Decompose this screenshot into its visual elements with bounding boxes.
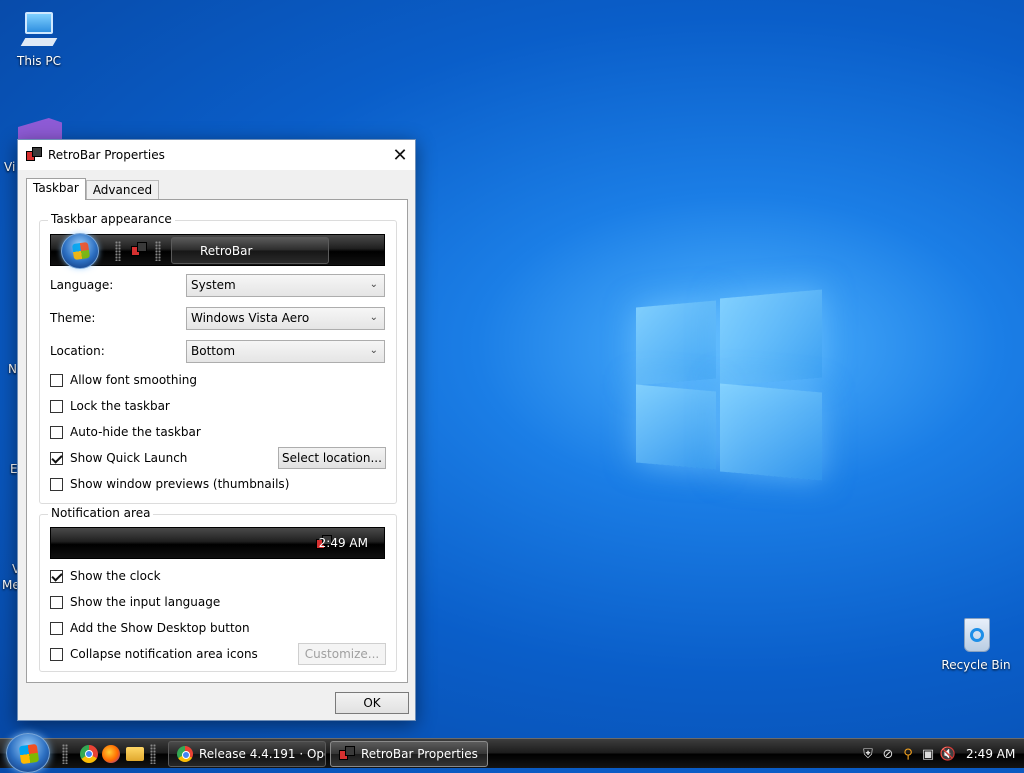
preview-task-button: RetroBar xyxy=(171,237,329,264)
theme-label: Theme: xyxy=(50,311,96,325)
checkbox-show-window-previews[interactable]: Show window previews (thumbnails) xyxy=(50,477,289,491)
checkbox[interactable] xyxy=(50,425,63,439)
checkbox-label: Show Quick Launch xyxy=(70,451,188,465)
checkbox-label: Add the Show Desktop button xyxy=(70,621,250,635)
notification-area-preview: 2:49 AM xyxy=(50,527,385,559)
checkbox-collapse-tray-icons[interactable]: Collapse notification area icons xyxy=(50,647,258,661)
retrobar-properties-dialog: RetroBar Properties ✕ Taskbar Advanced T… xyxy=(17,139,416,721)
grip-icon xyxy=(150,744,156,764)
desktop-icon-label: This PC xyxy=(17,54,61,68)
security-shield-icon[interactable]: ⛨ xyxy=(860,746,876,762)
customize-button[interactable]: Customize... xyxy=(298,643,386,665)
checkbox[interactable] xyxy=(50,621,63,635)
retrobar-app-icon xyxy=(339,746,355,762)
tab-panel-taskbar: Taskbar appearance RetroBar Language: Sy… xyxy=(26,199,408,683)
group-taskbar-appearance: Taskbar appearance RetroBar Language: Sy… xyxy=(39,212,397,504)
taskbar-button-label: Release 4.4.191 · Ope... xyxy=(199,747,325,761)
grip-icon xyxy=(115,241,121,261)
taskbar-preview: RetroBar xyxy=(50,233,385,269)
grip-icon xyxy=(155,241,161,261)
checkbox-label: Collapse notification area icons xyxy=(70,647,258,661)
group-legend: Notification area xyxy=(48,506,154,520)
tab-strip: Taskbar Advanced xyxy=(26,178,160,200)
search-key-icon[interactable]: ⚲ xyxy=(900,746,916,762)
chrome-icon xyxy=(177,746,193,762)
retrobar-app-icon xyxy=(178,243,194,259)
group-notification-area: Notification area 2:49 AM Show the clock… xyxy=(39,506,397,672)
language-value: System xyxy=(191,278,236,292)
network-disabled-icon[interactable]: ⊘ xyxy=(880,746,896,762)
chevron-down-icon: ⌄ xyxy=(369,279,378,290)
checkbox-label: Lock the taskbar xyxy=(70,399,170,413)
checkbox-show-quick-launch[interactable]: Show Quick Launch xyxy=(50,451,187,465)
location-select[interactable]: Bottom ⌄ xyxy=(186,340,385,363)
taskbar-button-browser[interactable]: Release 4.4.191 · Ope... xyxy=(168,741,326,767)
preview-clock: 2:49 AM xyxy=(318,536,368,550)
theme-select[interactable]: Windows Vista Aero ⌄ xyxy=(186,307,385,330)
language-select[interactable]: System ⌄ xyxy=(186,274,385,297)
group-legend: Taskbar appearance xyxy=(48,212,175,226)
checkbox-label: Show window previews (thumbnails) xyxy=(70,477,290,491)
windows-logo-wallpaper xyxy=(636,289,822,481)
volume-muted-icon[interactable]: 🔇 xyxy=(940,746,956,762)
checkbox-label: Show the input language xyxy=(70,595,221,609)
checkbox-show-desktop-button[interactable]: Add the Show Desktop button xyxy=(50,621,250,635)
desktop-icon-partial-label: Vi xyxy=(4,160,16,174)
desktop-icon-this-pc[interactable]: This PC xyxy=(4,10,74,68)
checkbox-label: Auto-hide the taskbar xyxy=(70,425,201,439)
desktop-icon-label: Recycle Bin xyxy=(941,658,1011,672)
ok-button[interactable]: OK xyxy=(335,692,409,714)
desktop-icon-partial-label: N xyxy=(8,362,17,376)
chevron-down-icon: ⌄ xyxy=(369,312,378,323)
location-value: Bottom xyxy=(191,344,236,358)
tab-advanced[interactable]: Advanced xyxy=(85,180,160,200)
start-orb-icon xyxy=(61,233,99,269)
dialog-titlebar[interactable]: RetroBar Properties ✕ xyxy=(18,140,415,170)
taskbar-clock[interactable]: 2:49 AM xyxy=(966,747,1015,761)
network-icon[interactable]: ▣ xyxy=(920,746,936,762)
computer-icon xyxy=(19,10,59,50)
select-location-button[interactable]: Select location... xyxy=(278,447,386,469)
chrome-icon[interactable] xyxy=(80,745,98,763)
notification-area: ⛨ ⊘ ⚲ ▣ 🔇 2:49 AM xyxy=(856,739,1024,769)
taskbar: Release 4.4.191 · Ope... RetroBar Proper… xyxy=(0,733,1024,773)
grip-icon xyxy=(62,744,68,764)
recycle-bin-icon xyxy=(956,614,996,654)
checkbox-allow-font-smoothing[interactable]: Allow font smoothing xyxy=(50,373,197,387)
preview-task-label: RetroBar xyxy=(200,243,253,258)
retrobar-app-icon xyxy=(26,147,42,163)
checkbox-checked[interactable] xyxy=(50,569,63,583)
checkbox[interactable] xyxy=(50,477,63,491)
file-explorer-icon[interactable] xyxy=(126,747,144,761)
desktop-icon-recycle-bin[interactable]: Recycle Bin xyxy=(940,614,1012,672)
start-button-icon[interactable] xyxy=(6,733,50,773)
checkbox-lock-taskbar[interactable]: Lock the taskbar xyxy=(50,399,170,413)
retrobar-quicklaunch-icon xyxy=(131,242,147,258)
checkbox[interactable] xyxy=(50,595,63,609)
taskbar-button-label: RetroBar Properties xyxy=(361,747,478,761)
checkbox-label: Show the clock xyxy=(70,569,161,583)
theme-value: Windows Vista Aero xyxy=(191,311,310,325)
checkbox-auto-hide-taskbar[interactable]: Auto-hide the taskbar xyxy=(50,425,201,439)
checkbox-show-input-language[interactable]: Show the input language xyxy=(50,595,220,609)
checkbox[interactable] xyxy=(50,373,63,387)
dialog-title: RetroBar Properties xyxy=(48,148,165,162)
taskbar-button-retrobar-properties[interactable]: RetroBar Properties xyxy=(330,741,488,767)
language-label: Language: xyxy=(50,278,114,292)
location-label: Location: xyxy=(50,344,105,358)
firefox-icon[interactable] xyxy=(102,745,120,763)
checkbox-checked[interactable] xyxy=(50,451,63,465)
close-icon[interactable]: ✕ xyxy=(385,140,415,170)
checkbox[interactable] xyxy=(50,399,63,413)
tab-taskbar[interactable]: Taskbar xyxy=(26,178,86,200)
checkbox-label: Allow font smoothing xyxy=(70,373,198,387)
checkbox-show-clock[interactable]: Show the clock xyxy=(50,569,161,583)
chevron-down-icon: ⌄ xyxy=(369,345,378,356)
checkbox[interactable] xyxy=(50,647,63,661)
